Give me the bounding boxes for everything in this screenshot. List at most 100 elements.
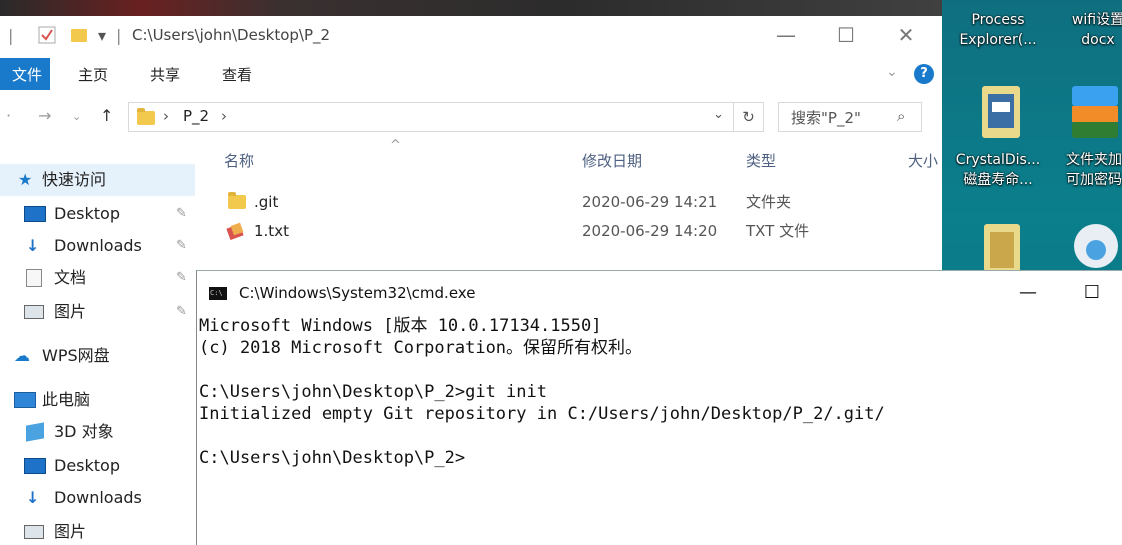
sidebar-item-downloads[interactable]: ↓ Downloads ✎ — [0, 230, 195, 262]
console-line: (c) 2018 Microsoft Corporation。保留所有权利。 — [199, 338, 643, 358]
desktop-item-process-explorer[interactable]: Process Explorer(... — [952, 10, 1044, 50]
pictures-icon — [24, 525, 44, 539]
pin-icon[interactable]: ✎ — [176, 296, 187, 328]
search-icon[interactable]: ⌕ — [897, 107, 905, 125]
window-title-path: C:\Users\john\Desktop\P_2 — [132, 26, 331, 44]
sort-up-icon: ^ — [390, 138, 401, 153]
desktop-item-wifi-docx[interactable]: wifi设置 docx — [1052, 10, 1122, 50]
forward-arrow-icon[interactable]: → — [38, 106, 51, 125]
sidebar-item-pc-desktop[interactable]: Desktop — [0, 450, 195, 482]
recent-dropdown-icon[interactable]: ⌄ — [72, 110, 81, 123]
sidebar-item-desktop[interactable]: Desktop ✎ — [0, 198, 195, 230]
disk-utility-icon[interactable] — [980, 220, 1024, 272]
ribbon-tabs: 主页 共享 查看 ⌄ ? — [0, 56, 942, 92]
navigation-pane: ★ 快速访问 Desktop ✎ ↓ Downloads ✎ 文档 ✎ 图片 ✎… — [0, 150, 200, 545]
breadcrumb-separator[interactable]: › — [163, 107, 169, 125]
desktop-item-crystaldisk[interactable]: CrystalDis... 磁盘寿命... — [952, 150, 1044, 190]
column-header-name[interactable]: 名称 — [224, 150, 254, 171]
cloud-icon[interactable] — [1068, 216, 1122, 272]
address-bar[interactable]: › P_2 › ⌄ — [128, 102, 734, 132]
sidebar-item-label: WPS网盘 — [42, 346, 110, 365]
document-icon — [26, 269, 42, 287]
search-input[interactable]: 搜索"P_2" ⌕ — [778, 102, 922, 132]
sidebar-item-wps-cloud[interactable]: ☁ WPS网盘 — [0, 340, 195, 372]
background-strip — [0, 0, 942, 16]
console-line: Microsoft Windows [版本 10.0.17134.1550] — [199, 316, 602, 336]
tab-share[interactable]: 共享 — [150, 64, 180, 85]
sidebar-item-label: Desktop — [54, 204, 120, 223]
sidebar-item-label: Desktop — [54, 456, 120, 475]
pin-icon[interactable]: ✎ — [176, 262, 187, 294]
folder-lock-icon[interactable] — [1068, 80, 1122, 142]
pin-icon[interactable]: ✎ — [176, 230, 187, 262]
sidebar-item-label: 图片 — [54, 522, 87, 541]
sidebar-item-pictures[interactable]: 图片 ✎ — [0, 296, 195, 328]
file-name: .git — [254, 193, 279, 211]
folder-icon — [228, 192, 246, 209]
txt-file-icon — [226, 222, 244, 240]
cmd-console[interactable]: Microsoft Windows [版本 10.0.17134.1550] (… — [197, 315, 1122, 545]
ribbon-expand-chevron-icon[interactable]: ⌄ — [886, 64, 898, 80]
star-icon: ★ — [18, 170, 33, 189]
sidebar-item-pc-pictures[interactable]: 图片 — [0, 516, 195, 545]
cmd-title: C:\Windows\System32\cmd.exe — [239, 284, 476, 302]
qa-separator: | — [116, 26, 122, 45]
folder-icon — [137, 108, 155, 125]
sidebar-item-pc-downloads[interactable]: ↓ Downloads — [0, 482, 195, 514]
qa-dropdown-icon[interactable]: ▾ — [98, 26, 106, 45]
pin-icon[interactable]: ✎ — [176, 198, 187, 230]
file-row-1txt[interactable]: 1.txt 2020-06-29 14:20 TXT 文件 — [220, 217, 940, 245]
up-arrow-icon[interactable]: ↑ — [100, 106, 113, 125]
tab-view[interactable]: 查看 — [222, 64, 252, 85]
help-icon[interactable]: ? — [914, 64, 934, 84]
column-header-size[interactable]: 大小 — [908, 150, 938, 171]
column-header-date[interactable]: 修改日期 — [582, 150, 642, 171]
console-line: C:\Users\john\Desktop\P_2>git init — [199, 382, 547, 402]
sidebar-item-documents[interactable]: 文档 ✎ — [0, 262, 195, 294]
file-name: 1.txt — [254, 222, 289, 240]
pictures-icon — [24, 305, 44, 319]
file-list: ^ 名称 修改日期 类型 大小 .git 2020-06-29 14:21 文件… — [200, 138, 942, 280]
properties-check-icon[interactable] — [38, 26, 56, 44]
minimize-button[interactable]: — — [766, 21, 806, 49]
tab-home[interactable]: 主页 — [78, 64, 108, 85]
desktop-icon — [24, 206, 46, 222]
file-type: TXT 文件 — [746, 222, 810, 240]
download-arrow-icon: ↓ — [26, 488, 40, 507]
sidebar-item-this-pc[interactable]: 此电脑 — [0, 384, 195, 416]
sidebar-item-label: 图片 — [54, 302, 87, 321]
crystaldisk-icon[interactable] — [978, 80, 1024, 142]
download-arrow-icon: ↓ — [26, 236, 40, 255]
new-folder-icon[interactable] — [70, 26, 88, 44]
sidebar-item-quick-access[interactable]: ★ 快速访问 — [0, 164, 195, 196]
desktop-icon — [24, 458, 46, 474]
address-row: · → ⌄ ↑ › P_2 › ⌄ ↻ 搜索"P_2" ⌕ — [0, 98, 942, 136]
desktop-item-line2: docx — [1081, 32, 1115, 48]
file-date: 2020-06-29 14:21 — [582, 193, 718, 211]
computer-icon — [14, 392, 36, 408]
column-header-type[interactable]: 类型 — [746, 150, 776, 171]
breadcrumb-p2[interactable]: P_2 — [183, 107, 209, 125]
cmd-maximize-button[interactable]: ☐ — [1069, 279, 1115, 307]
sidebar-item-label: 文档 — [54, 268, 87, 287]
cmd-minimize-button[interactable]: — — [1005, 279, 1051, 307]
breadcrumb-separator[interactable]: › — [221, 107, 227, 125]
desktop-item-line2: 可加密码 — [1066, 172, 1122, 188]
desktop-item-line2: Explorer(... — [959, 32, 1037, 48]
refresh-icon[interactable]: ↻ — [734, 102, 764, 132]
desktop-item-line1: wifi设置 — [1071, 12, 1122, 28]
maximize-button[interactable]: ☐ — [826, 21, 866, 49]
cmd-titlebar[interactable]: C:\ C:\Windows\System32\cmd.exe — ☐ — [197, 271, 1122, 313]
sidebar-item-3d-objects[interactable]: 3D 对象 — [0, 416, 195, 448]
cmd-icon[interactable]: C:\ — [209, 287, 227, 300]
search-placeholder: 搜索"P_2" — [791, 109, 861, 127]
file-row-git[interactable]: .git 2020-06-29 14:21 文件夹 — [220, 188, 940, 216]
address-dropdown-icon[interactable]: ⌄ — [713, 107, 724, 122]
cmd-window[interactable]: C:\ C:\Windows\System32\cmd.exe — ☐ Micr… — [196, 270, 1122, 545]
desktop-item-folder-encrypt[interactable]: 文件夹加 可加密码 — [1048, 150, 1122, 190]
back-arrow-icon[interactable]: · — [6, 106, 11, 125]
cube-icon — [26, 422, 44, 442]
console-prompt-line: C:\Users\john\Desktop\P_2> — [199, 448, 466, 468]
qa-separator: | — [8, 26, 14, 45]
close-button[interactable]: ✕ — [886, 21, 926, 49]
